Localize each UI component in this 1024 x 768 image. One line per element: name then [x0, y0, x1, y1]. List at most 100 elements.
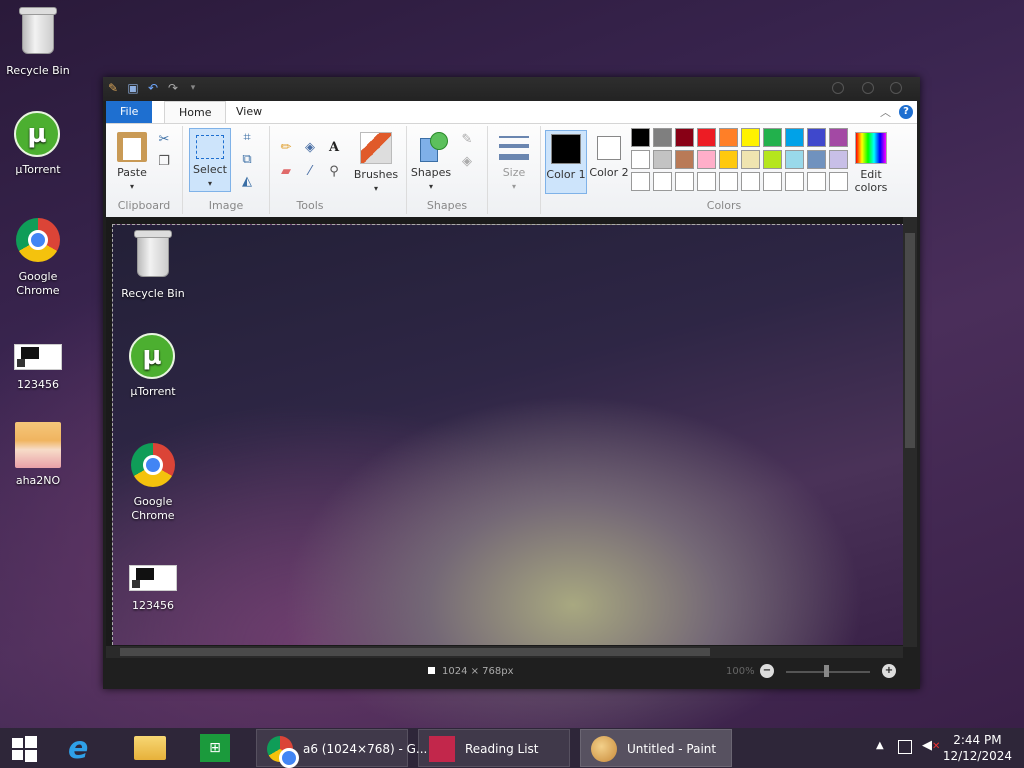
- size-button[interactable]: Size ▾: [494, 130, 534, 192]
- collapse-ribbon-icon[interactable]: ︿: [880, 104, 891, 120]
- desktop-icon-recycle-bin[interactable]: Recycle Bin: [0, 8, 76, 78]
- tab-file[interactable]: File: [106, 101, 153, 123]
- color-swatch[interactable]: [829, 172, 848, 191]
- rotate-icon[interactable]: ◭: [239, 174, 255, 190]
- crop-icon[interactable]: ⌗: [239, 130, 255, 146]
- color-swatch[interactable]: [697, 172, 716, 191]
- color-swatch[interactable]: [741, 128, 760, 147]
- color-swatch[interactable]: [653, 150, 672, 169]
- clipboard-group: Paste ▾ ✂ ❐ Clipboard: [106, 126, 183, 214]
- color2-button[interactable]: Color 2: [589, 130, 629, 179]
- color-swatch[interactable]: [697, 128, 716, 147]
- redo-icon[interactable]: ↷: [166, 81, 180, 95]
- color2-swatch: [597, 136, 621, 160]
- show-hidden-icons-icon[interactable]: ▲: [876, 740, 884, 751]
- paste-button[interactable]: Paste ▾: [112, 130, 152, 192]
- desktop-icon-utorrent[interactable]: µ µTorrent: [0, 111, 76, 177]
- edit-colors-button[interactable]: Edit colors: [851, 130, 891, 194]
- pencil-icon[interactable]: ✏: [278, 140, 294, 156]
- start-button[interactable]: [10, 730, 40, 766]
- eraser-icon[interactable]: ▰: [278, 164, 294, 180]
- paint-app-icon[interactable]: ✎: [106, 81, 120, 95]
- maximize-button[interactable]: [862, 82, 874, 94]
- resize-icon[interactable]: ⧉: [239, 152, 255, 168]
- color1-button[interactable]: Color 1: [545, 130, 587, 194]
- tab-view[interactable]: View: [222, 101, 276, 123]
- color-swatch[interactable]: [807, 128, 826, 147]
- network-icon[interactable]: [898, 740, 912, 754]
- title-bar[interactable]: ✎ ▣ ↶ ↷ ▾: [103, 77, 920, 101]
- tab-home[interactable]: Home: [164, 101, 227, 124]
- canvas-image-label: Google Chrome: [131, 495, 175, 522]
- volume-muted-icon[interactable]: ◀✕: [922, 738, 940, 753]
- shapes-button[interactable]: Shapes ▾: [409, 130, 453, 192]
- file-explorer-button[interactable]: [134, 730, 168, 766]
- ribbon: Paste ▾ ✂ ❐ Clipboard Select ▾ ⌗ ⧉ ◭ Image…: [106, 123, 917, 218]
- shapes-group: Shapes ▾ ✎ ◈ Shapes: [407, 126, 488, 214]
- color-swatch[interactable]: [719, 128, 738, 147]
- color-swatch[interactable]: [807, 150, 826, 169]
- magnifier-icon[interactable]: ⚲: [326, 164, 342, 180]
- shapes-label: Shapes: [410, 166, 452, 179]
- color-swatch[interactable]: [785, 128, 804, 147]
- color-swatch[interactable]: [653, 172, 672, 191]
- color-swatch[interactable]: [631, 150, 650, 169]
- color-picker-icon[interactable]: ⁄: [302, 164, 318, 180]
- store-button[interactable]: ⊞: [200, 730, 234, 766]
- desktop-icon-aha2no[interactable]: aha2NO: [0, 422, 76, 488]
- color-swatch[interactable]: [829, 150, 848, 169]
- canvas[interactable]: Recycle Bin µ µTorrent Google Chrome 123…: [112, 224, 905, 645]
- zoom-level: 100%: [726, 666, 755, 677]
- paste-label: Paste: [117, 166, 147, 179]
- minimize-button[interactable]: [832, 82, 844, 94]
- desktop-icon-123456[interactable]: 123456: [0, 330, 76, 392]
- color-swatch[interactable]: [675, 172, 694, 191]
- color-swatch[interactable]: [675, 150, 694, 169]
- zoom-out-icon[interactable]: −: [760, 664, 774, 678]
- fill-shape-icon[interactable]: ◈: [459, 154, 475, 170]
- color-swatch[interactable]: [719, 150, 738, 169]
- help-icon[interactable]: ?: [899, 105, 913, 119]
- color-swatch[interactable]: [631, 128, 650, 147]
- system-clock[interactable]: 2:44 PM 12/12/2024: [943, 732, 1012, 764]
- color-swatch[interactable]: [829, 128, 848, 147]
- internet-explorer-button[interactable]: e: [68, 730, 102, 766]
- color-swatch[interactable]: [653, 128, 672, 147]
- horizontal-scrollbar[interactable]: [106, 646, 903, 658]
- save-icon[interactable]: ▣: [126, 81, 140, 95]
- desktop-icon-label: Google Chrome: [16, 270, 60, 297]
- color-swatch[interactable]: [807, 172, 826, 191]
- color-swatch[interactable]: [697, 150, 716, 169]
- scroll-thumb[interactable]: [905, 233, 915, 448]
- text-tool-icon[interactable]: A: [326, 140, 342, 156]
- color-swatch[interactable]: [631, 172, 650, 191]
- color-swatch[interactable]: [785, 150, 804, 169]
- image-group: Select ▾ ⌗ ⧉ ◭ Image: [183, 126, 270, 214]
- zoom-slider-thumb[interactable]: [824, 665, 829, 677]
- vertical-scrollbar[interactable]: [903, 217, 917, 647]
- color-swatch[interactable]: [763, 172, 782, 191]
- color-swatch[interactable]: [675, 128, 694, 147]
- desktop-icon-google-chrome[interactable]: Google Chrome: [0, 216, 76, 298]
- taskbar-item-chrome[interactable]: a6 (1024×768) - G...: [256, 729, 427, 768]
- brushes-button[interactable]: Brushes ▾: [350, 130, 402, 194]
- color-swatch[interactable]: [785, 172, 804, 191]
- outline-icon[interactable]: ✎: [459, 132, 475, 148]
- taskbar-item-reading-list[interactable]: Reading List: [418, 729, 570, 767]
- taskbar-item-paint[interactable]: Untitled - Paint: [580, 729, 732, 767]
- select-button[interactable]: Select ▾: [189, 128, 231, 192]
- close-button[interactable]: [890, 82, 902, 94]
- undo-icon[interactable]: ↶: [146, 81, 160, 95]
- color-swatch[interactable]: [763, 128, 782, 147]
- group-label: Tools: [296, 199, 324, 212]
- color-swatch[interactable]: [719, 172, 738, 191]
- customize-qat-icon[interactable]: ▾: [186, 81, 200, 95]
- color-swatch[interactable]: [741, 150, 760, 169]
- cut-icon[interactable]: ✂: [156, 132, 172, 148]
- scroll-thumb[interactable]: [120, 648, 710, 656]
- fill-icon[interactable]: ◈: [302, 140, 318, 156]
- color-swatch[interactable]: [763, 150, 782, 169]
- color-swatch[interactable]: [741, 172, 760, 191]
- zoom-in-icon[interactable]: +: [882, 664, 896, 678]
- copy-icon[interactable]: ❐: [156, 154, 172, 170]
